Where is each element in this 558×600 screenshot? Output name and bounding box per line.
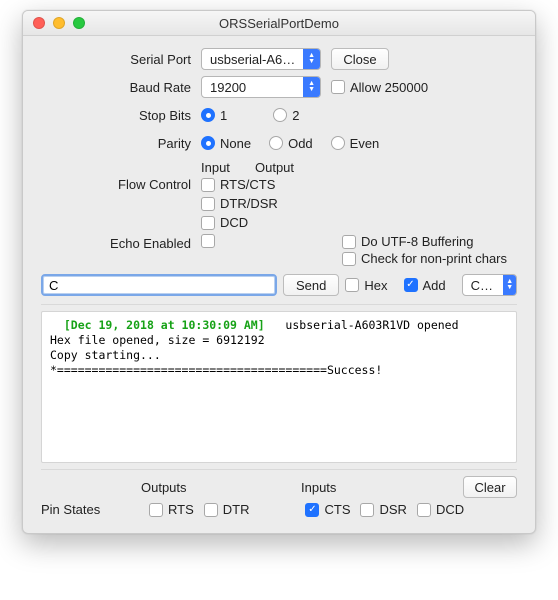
terminal-line2: Hex file opened, size = 6912192 — [50, 333, 265, 347]
titlebar: ORSSerialPortDemo — [23, 11, 535, 36]
label-flow-control: Flow Control — [41, 177, 201, 192]
terminator-select[interactable]: CR (\r) ▲▼ — [462, 274, 517, 296]
terminal-output: [Dec 19, 2018 at 10:30:09 AM] usbserial-… — [41, 311, 517, 463]
outputs-header: Outputs — [141, 480, 251, 495]
serial-port-select[interactable]: usbserial-A603... ▲▼ — [201, 48, 321, 70]
dcd-checkbox[interactable] — [201, 216, 215, 230]
rts-cts-label: RTS/CTS — [220, 177, 275, 192]
label-parity: Parity — [41, 136, 201, 151]
parity-even-radio[interactable] — [331, 136, 345, 150]
window-minimize-dot[interactable] — [53, 17, 65, 29]
dcd-in-checkbox[interactable] — [417, 503, 431, 517]
dsr-in-checkbox[interactable] — [360, 503, 374, 517]
dtr-out-checkbox[interactable] — [204, 503, 218, 517]
label-output-header: Output — [255, 160, 294, 175]
dtr-dsr-label: DTR/DSR — [220, 196, 278, 211]
window-zoom-dot[interactable] — [73, 17, 85, 29]
terminator-value: CR (\r) — [471, 278, 504, 293]
rts-cts-checkbox[interactable] — [201, 178, 215, 192]
divider — [41, 304, 517, 305]
check-nonprint-checkbox[interactable] — [342, 252, 356, 266]
dtr-out-label: DTR — [223, 502, 250, 517]
parity-odd-radio[interactable] — [269, 136, 283, 150]
select-arrows-icon: ▲▼ — [303, 77, 320, 97]
stop-bits-2-label: 2 — [292, 108, 299, 123]
hex-label: Hex — [364, 278, 387, 293]
stop-bits-1-radio[interactable] — [201, 108, 215, 122]
add-label: Add — [423, 278, 446, 293]
label-echo-enabled: Echo Enabled — [41, 234, 201, 251]
cts-in-checkbox[interactable] — [305, 503, 319, 517]
label-stop-bits: Stop Bits — [41, 108, 201, 123]
stop-bits-1-label: 1 — [220, 108, 227, 123]
parity-even-label: Even — [350, 136, 380, 151]
dsr-in-label: DSR — [379, 502, 406, 517]
cts-in-label: CTS — [324, 502, 350, 517]
label-baud-rate: Baud Rate — [41, 80, 201, 95]
stop-bits-2-radio[interactable] — [273, 108, 287, 122]
window-close-dot[interactable] — [33, 17, 45, 29]
close-button[interactable]: Close — [331, 48, 389, 70]
parity-none-radio[interactable] — [201, 136, 215, 150]
inputs-header: Inputs — [301, 480, 411, 495]
terminal-line3: Copy starting... — [50, 348, 161, 362]
serial-port-value: usbserial-A603... — [210, 52, 303, 67]
utf8-buffering-checkbox[interactable] — [342, 235, 356, 249]
dcd-label: DCD — [220, 215, 248, 230]
rts-out-label: RTS — [168, 502, 194, 517]
dtr-dsr-checkbox[interactable] — [201, 197, 215, 211]
parity-odd-label: Odd — [288, 136, 313, 151]
utf8-buffering-label: Do UTF-8 Buffering — [361, 234, 473, 249]
select-arrows-icon: ▲▼ — [303, 49, 320, 69]
divider — [41, 469, 517, 470]
clear-button[interactable]: Clear — [463, 476, 517, 498]
rts-out-checkbox[interactable] — [149, 503, 163, 517]
app-window: ORSSerialPortDemo Serial Port usbserial-… — [22, 10, 536, 534]
baud-rate-select[interactable]: 19200 ▲▼ — [201, 76, 321, 98]
hex-checkbox[interactable] — [345, 278, 359, 292]
send-input[interactable] — [41, 274, 277, 296]
label-input-header: Input — [201, 160, 237, 175]
select-arrows-icon: ▲▼ — [503, 275, 516, 295]
label-serial-port: Serial Port — [41, 52, 201, 67]
window-title: ORSSerialPortDemo — [23, 16, 535, 31]
close-button-label: Close — [343, 52, 376, 67]
send-button[interactable]: Send — [283, 274, 339, 296]
parity-none-label: None — [220, 136, 251, 151]
terminal-line4: *=======================================… — [50, 363, 382, 377]
terminal-timestamp: [Dec 19, 2018 at 10:30:09 AM] — [64, 318, 265, 332]
echo-enabled-checkbox[interactable] — [201, 234, 215, 248]
allow-250000-label: Allow 250000 — [350, 80, 428, 95]
check-nonprint-label: Check for non-print chars — [361, 251, 507, 266]
terminal-line1: usbserial-A603R1VD opened — [265, 318, 459, 332]
add-checkbox[interactable] — [404, 278, 418, 292]
dcd-in-label: DCD — [436, 502, 464, 517]
send-button-label: Send — [296, 278, 326, 293]
label-pin-states: Pin States — [41, 502, 131, 517]
baud-rate-value: 19200 — [210, 80, 303, 95]
allow-250000-checkbox[interactable] — [331, 80, 345, 94]
clear-button-label: Clear — [474, 480, 505, 495]
